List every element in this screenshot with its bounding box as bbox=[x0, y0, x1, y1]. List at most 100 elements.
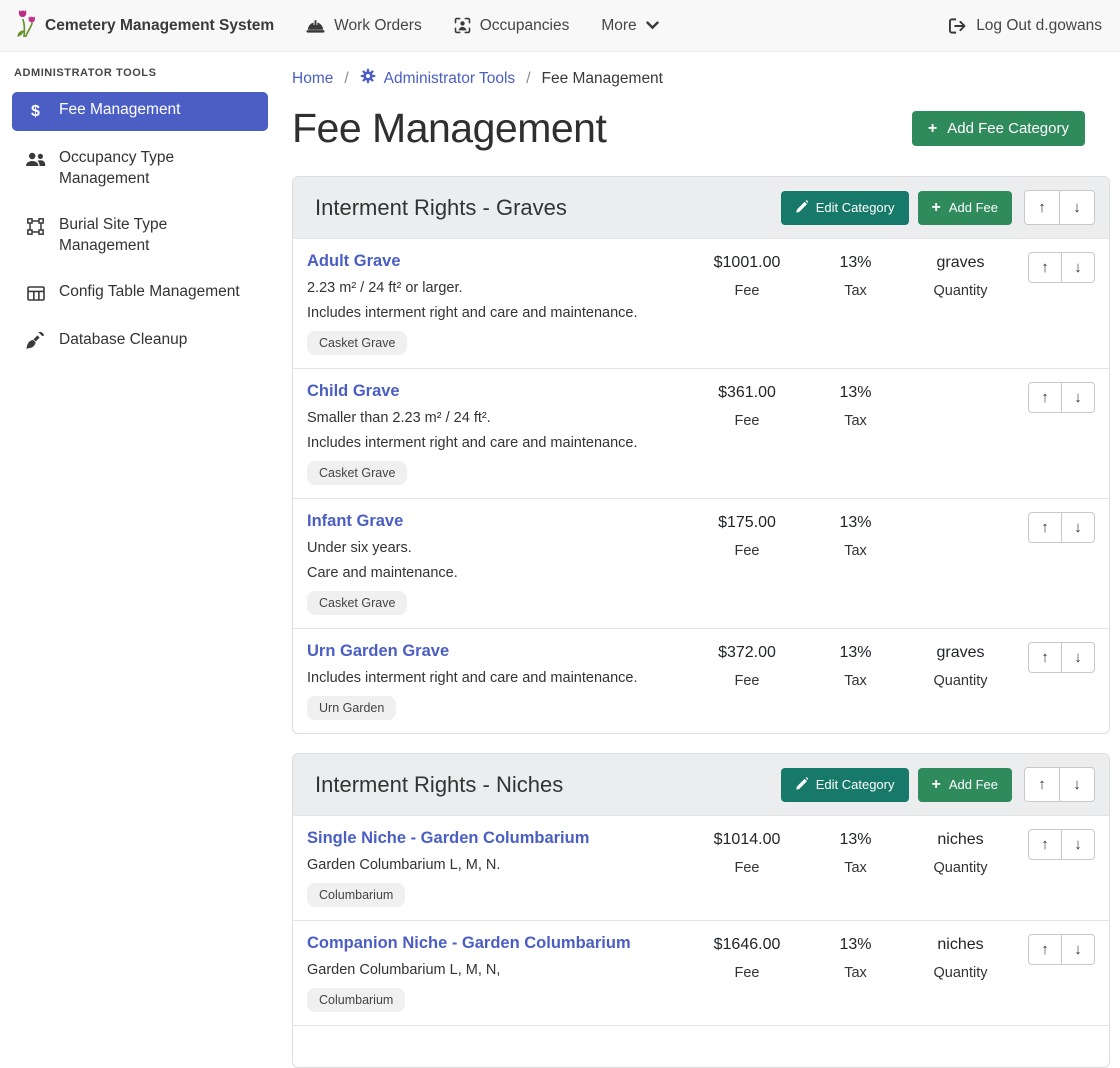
move-category-up-button[interactable]: ↑ bbox=[1024, 767, 1060, 802]
breadcrumb-admin-tools-label: Administrator Tools bbox=[384, 70, 516, 88]
add-fee-button[interactable]: + Add Fee bbox=[918, 768, 1013, 802]
arrow-up-icon: ↑ bbox=[1038, 776, 1046, 793]
sidebar-item-label: Fee Management bbox=[59, 100, 181, 120]
fee-amount-label: Fee bbox=[691, 965, 803, 981]
breadcrumb-home-link[interactable]: Home bbox=[292, 70, 333, 88]
move-fee-down-button[interactable]: ↓ bbox=[1061, 252, 1095, 283]
page-title: Fee Management bbox=[292, 105, 606, 152]
fee-reorder-group: ↑ ↓ bbox=[1013, 829, 1095, 907]
fee-reorder-group: ↑ ↓ bbox=[1013, 382, 1095, 485]
app-title: Cemetery Management System bbox=[45, 17, 274, 35]
sidebar: ADMINISTRATOR TOOLS $ Fee Management Occ… bbox=[0, 52, 280, 939]
nav-more-dropdown[interactable]: More bbox=[601, 17, 658, 35]
arrow-up-icon: ↑ bbox=[1038, 199, 1046, 216]
nav-work-orders[interactable]: Work Orders bbox=[306, 17, 422, 35]
plus-icon: + bbox=[932, 200, 941, 216]
fee-name-link[interactable]: Adult Grave bbox=[307, 252, 401, 271]
category-header: Interment Rights - Niches Edit Category … bbox=[293, 754, 1109, 815]
fee-tag-badge: Casket Grave bbox=[307, 331, 407, 355]
fee-amount-col: $175.00 Fee bbox=[691, 512, 803, 615]
sidebar-item-label: Burial Site Type Management bbox=[59, 215, 258, 256]
fee-row-partial bbox=[293, 1025, 1109, 1067]
dollar-icon: $ bbox=[25, 101, 46, 122]
fee-name-link[interactable]: Companion Niche - Garden Columbarium bbox=[307, 934, 631, 953]
chevron-down-icon bbox=[646, 21, 659, 30]
sidebar-item-burial-site-type-management[interactable]: Burial Site Type Management bbox=[12, 207, 268, 265]
fee-amount-col: $372.00 Fee bbox=[691, 642, 803, 720]
fee-description: Under six years. bbox=[307, 540, 691, 556]
edit-category-button[interactable]: Edit Category bbox=[781, 191, 909, 225]
sidebar-item-database-cleanup[interactable]: Database Cleanup bbox=[12, 322, 268, 360]
fee-tag-badge: Casket Grave bbox=[307, 591, 407, 615]
fee-info: Infant Grave Under six years. Care and m… bbox=[307, 512, 691, 615]
sidebar-item-fee-management[interactable]: $ Fee Management bbox=[12, 92, 268, 131]
fee-row: Child Grave Smaller than 2.23 m² / 24 ft… bbox=[293, 368, 1109, 498]
fee-tag-badge: Columbarium bbox=[307, 883, 405, 907]
category-reorder-group: ↑ ↓ bbox=[1024, 767, 1095, 802]
fee-info: Urn Garden Grave Includes interment righ… bbox=[307, 642, 691, 720]
move-fee-down-button[interactable]: ↓ bbox=[1061, 382, 1095, 413]
logout-label: Log Out d.gowans bbox=[976, 17, 1102, 35]
main-nav: Work Orders Occupancies More bbox=[306, 17, 659, 35]
pencil-icon bbox=[795, 777, 808, 793]
move-fee-down-button[interactable]: ↓ bbox=[1061, 829, 1095, 860]
fee-amount: $1014.00 bbox=[691, 831, 803, 849]
logout-icon bbox=[949, 18, 967, 34]
move-fee-up-button[interactable]: ↑ bbox=[1028, 642, 1062, 673]
users-icon bbox=[25, 149, 46, 169]
fee-category-card-niches: Interment Rights - Niches Edit Category … bbox=[292, 753, 1110, 1068]
edit-category-label: Edit Category bbox=[816, 777, 895, 792]
fee-reorder-group: ↑ ↓ bbox=[1013, 512, 1095, 615]
main-content: Home / Administrator Tools / Fee Managem… bbox=[280, 52, 1120, 939]
arrow-up-icon: ↑ bbox=[1041, 389, 1049, 406]
breadcrumb-separator: / bbox=[526, 70, 530, 88]
move-fee-up-button[interactable]: ↑ bbox=[1028, 382, 1062, 413]
fee-tax: 13% bbox=[803, 831, 908, 849]
pencil-icon bbox=[795, 200, 808, 216]
fee-reorder-group: ↑ ↓ bbox=[1013, 252, 1095, 355]
arrow-up-icon: ↑ bbox=[1041, 259, 1049, 276]
fee-amount-col: $1014.00 Fee bbox=[691, 829, 803, 907]
sidebar-item-config-table-management[interactable]: Config Table Management bbox=[12, 274, 268, 312]
nav-occupancies[interactable]: Occupancies bbox=[454, 17, 570, 35]
category-title: Interment Rights - Graves bbox=[315, 195, 772, 221]
fee-row: Infant Grave Under six years. Care and m… bbox=[293, 498, 1109, 628]
fee-category-card-graves: Interment Rights - Graves Edit Category … bbox=[292, 176, 1110, 734]
fee-quantity-col bbox=[908, 512, 1013, 615]
arrow-down-icon: ↓ bbox=[1074, 836, 1082, 853]
fee-tag-badge: Casket Grave bbox=[307, 461, 407, 485]
fee-description: Includes interment right and care and ma… bbox=[307, 305, 691, 321]
add-fee-button[interactable]: + Add Fee bbox=[918, 191, 1013, 225]
move-fee-up-button[interactable]: ↑ bbox=[1028, 252, 1062, 283]
move-category-down-button[interactable]: ↓ bbox=[1059, 190, 1095, 225]
fee-amount: $175.00 bbox=[691, 514, 803, 532]
occupancy-frame-icon bbox=[454, 17, 471, 34]
add-fee-category-label: Add Fee Category bbox=[947, 120, 1069, 137]
add-fee-category-button[interactable]: + Add Fee Category bbox=[912, 111, 1085, 146]
fee-row: Urn Garden Grave Includes interment righ… bbox=[293, 628, 1109, 733]
fee-quantity-col: graves Quantity bbox=[908, 642, 1013, 720]
breadcrumb-admin-tools-link[interactable]: Administrator Tools bbox=[360, 68, 516, 89]
fee-name-link[interactable]: Urn Garden Grave bbox=[307, 642, 449, 661]
fee-name-link[interactable]: Single Niche - Garden Columbarium bbox=[307, 829, 589, 848]
move-fee-up-button[interactable]: ↑ bbox=[1028, 512, 1062, 543]
fee-tax-col: 13% Tax bbox=[803, 642, 908, 720]
sidebar-item-occupancy-type-management[interactable]: Occupancy Type Management bbox=[12, 140, 268, 198]
edit-category-button[interactable]: Edit Category bbox=[781, 768, 909, 802]
fee-name-link[interactable]: Child Grave bbox=[307, 382, 400, 401]
move-fee-up-button[interactable]: ↑ bbox=[1028, 829, 1062, 860]
logout-button[interactable]: Log Out d.gowans bbox=[949, 17, 1102, 35]
fee-info: Companion Niche - Garden Columbarium Gar… bbox=[307, 934, 691, 1012]
fee-tax-col: 13% Tax bbox=[803, 829, 908, 907]
fee-amount-label: Fee bbox=[691, 673, 803, 689]
fee-tax: 13% bbox=[803, 514, 908, 532]
app-brand[interactable]: Cemetery Management System bbox=[14, 8, 274, 43]
move-category-up-button[interactable]: ↑ bbox=[1024, 190, 1060, 225]
fee-name-link[interactable]: Infant Grave bbox=[307, 512, 403, 531]
fee-tax-label: Tax bbox=[803, 673, 908, 689]
move-category-down-button[interactable]: ↓ bbox=[1059, 767, 1095, 802]
move-fee-down-button[interactable]: ↓ bbox=[1061, 512, 1095, 543]
fee-description: Garden Columbarium L, M, N, bbox=[307, 962, 691, 978]
page-title-row: Fee Management + Add Fee Category bbox=[292, 105, 1110, 152]
move-fee-down-button[interactable]: ↓ bbox=[1061, 642, 1095, 673]
